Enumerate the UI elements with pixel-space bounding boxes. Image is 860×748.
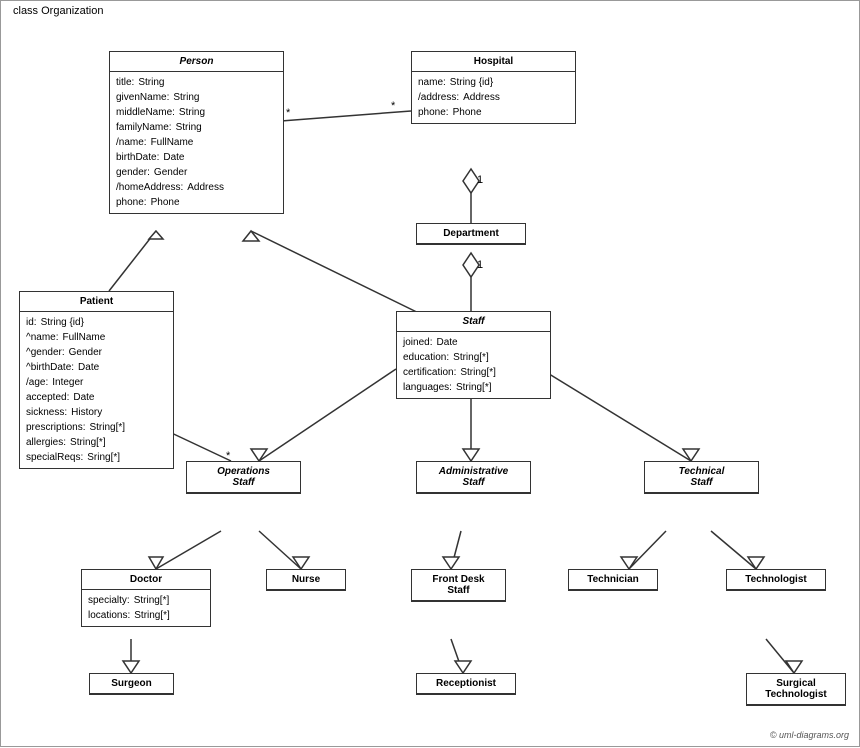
person-class: Person title:String givenName:String mid… — [109, 51, 284, 214]
surgeon-class: Surgeon — [89, 673, 174, 695]
technologist-class: Technologist — [726, 569, 826, 591]
doctor-class: Doctor specialty:String[*] locations:Str… — [81, 569, 211, 627]
surgical-technologist-class: SurgicalTechnologist — [746, 673, 846, 706]
receptionist-class: Receptionist — [416, 673, 516, 695]
staff-class-name: Staff — [397, 312, 550, 332]
administrative-staff-name: AdministrativeStaff — [417, 462, 530, 493]
hospital-class-name: Hospital — [412, 52, 575, 72]
patient-class-attrs: id:String {id} ^name:FullName ^gender:Ge… — [20, 312, 173, 468]
svg-text:*: * — [286, 107, 291, 119]
operations-staff-class: OperationsStaff — [186, 461, 301, 494]
doctor-class-attrs: specialty:String[*] locations:String[*] — [82, 590, 210, 626]
patient-class: Patient id:String {id} ^name:FullName ^g… — [19, 291, 174, 469]
patient-class-name: Patient — [20, 292, 173, 312]
nurse-class: Nurse — [266, 569, 346, 591]
technical-staff-name: TechnicalStaff — [645, 462, 758, 493]
svg-text:1: 1 — [477, 174, 483, 186]
nurse-class-name: Nurse — [267, 570, 345, 590]
copyright: © uml-diagrams.org — [770, 730, 849, 740]
surgeon-class-name: Surgeon — [90, 674, 173, 694]
department-class-name: Department — [417, 224, 525, 244]
technician-class-name: Technician — [569, 570, 657, 590]
person-class-name: Person — [110, 52, 283, 72]
person-class-attrs: title:String givenName:String middleName… — [110, 72, 283, 213]
front-desk-staff-class: Front DeskStaff — [411, 569, 506, 602]
doctor-class-name: Doctor — [82, 570, 210, 590]
operations-staff-name: OperationsStaff — [187, 462, 300, 493]
hospital-class: Hospital name:String {id} /address:Addre… — [411, 51, 576, 124]
staff-class-attrs: joined:Date education:String[*] certific… — [397, 332, 550, 398]
front-desk-staff-name: Front DeskStaff — [412, 570, 505, 601]
technologist-class-name: Technologist — [727, 570, 825, 590]
diagram-title: class Organization — [9, 5, 108, 17]
department-class: Department — [416, 223, 526, 245]
svg-text:1: 1 — [477, 259, 483, 271]
surgical-technologist-name: SurgicalTechnologist — [747, 674, 845, 705]
administrative-staff-class: AdministrativeStaff — [416, 461, 531, 494]
hospital-class-attrs: name:String {id} /address:Address phone:… — [412, 72, 575, 123]
receptionist-class-name: Receptionist — [417, 674, 515, 694]
staff-class: Staff joined:Date education:String[*] ce… — [396, 311, 551, 399]
svg-text:*: * — [391, 100, 396, 112]
diagram-container: class Organization * * 1 * 1 * * * — [0, 0, 860, 747]
technician-class: Technician — [568, 569, 658, 591]
technical-staff-class: TechnicalStaff — [644, 461, 759, 494]
